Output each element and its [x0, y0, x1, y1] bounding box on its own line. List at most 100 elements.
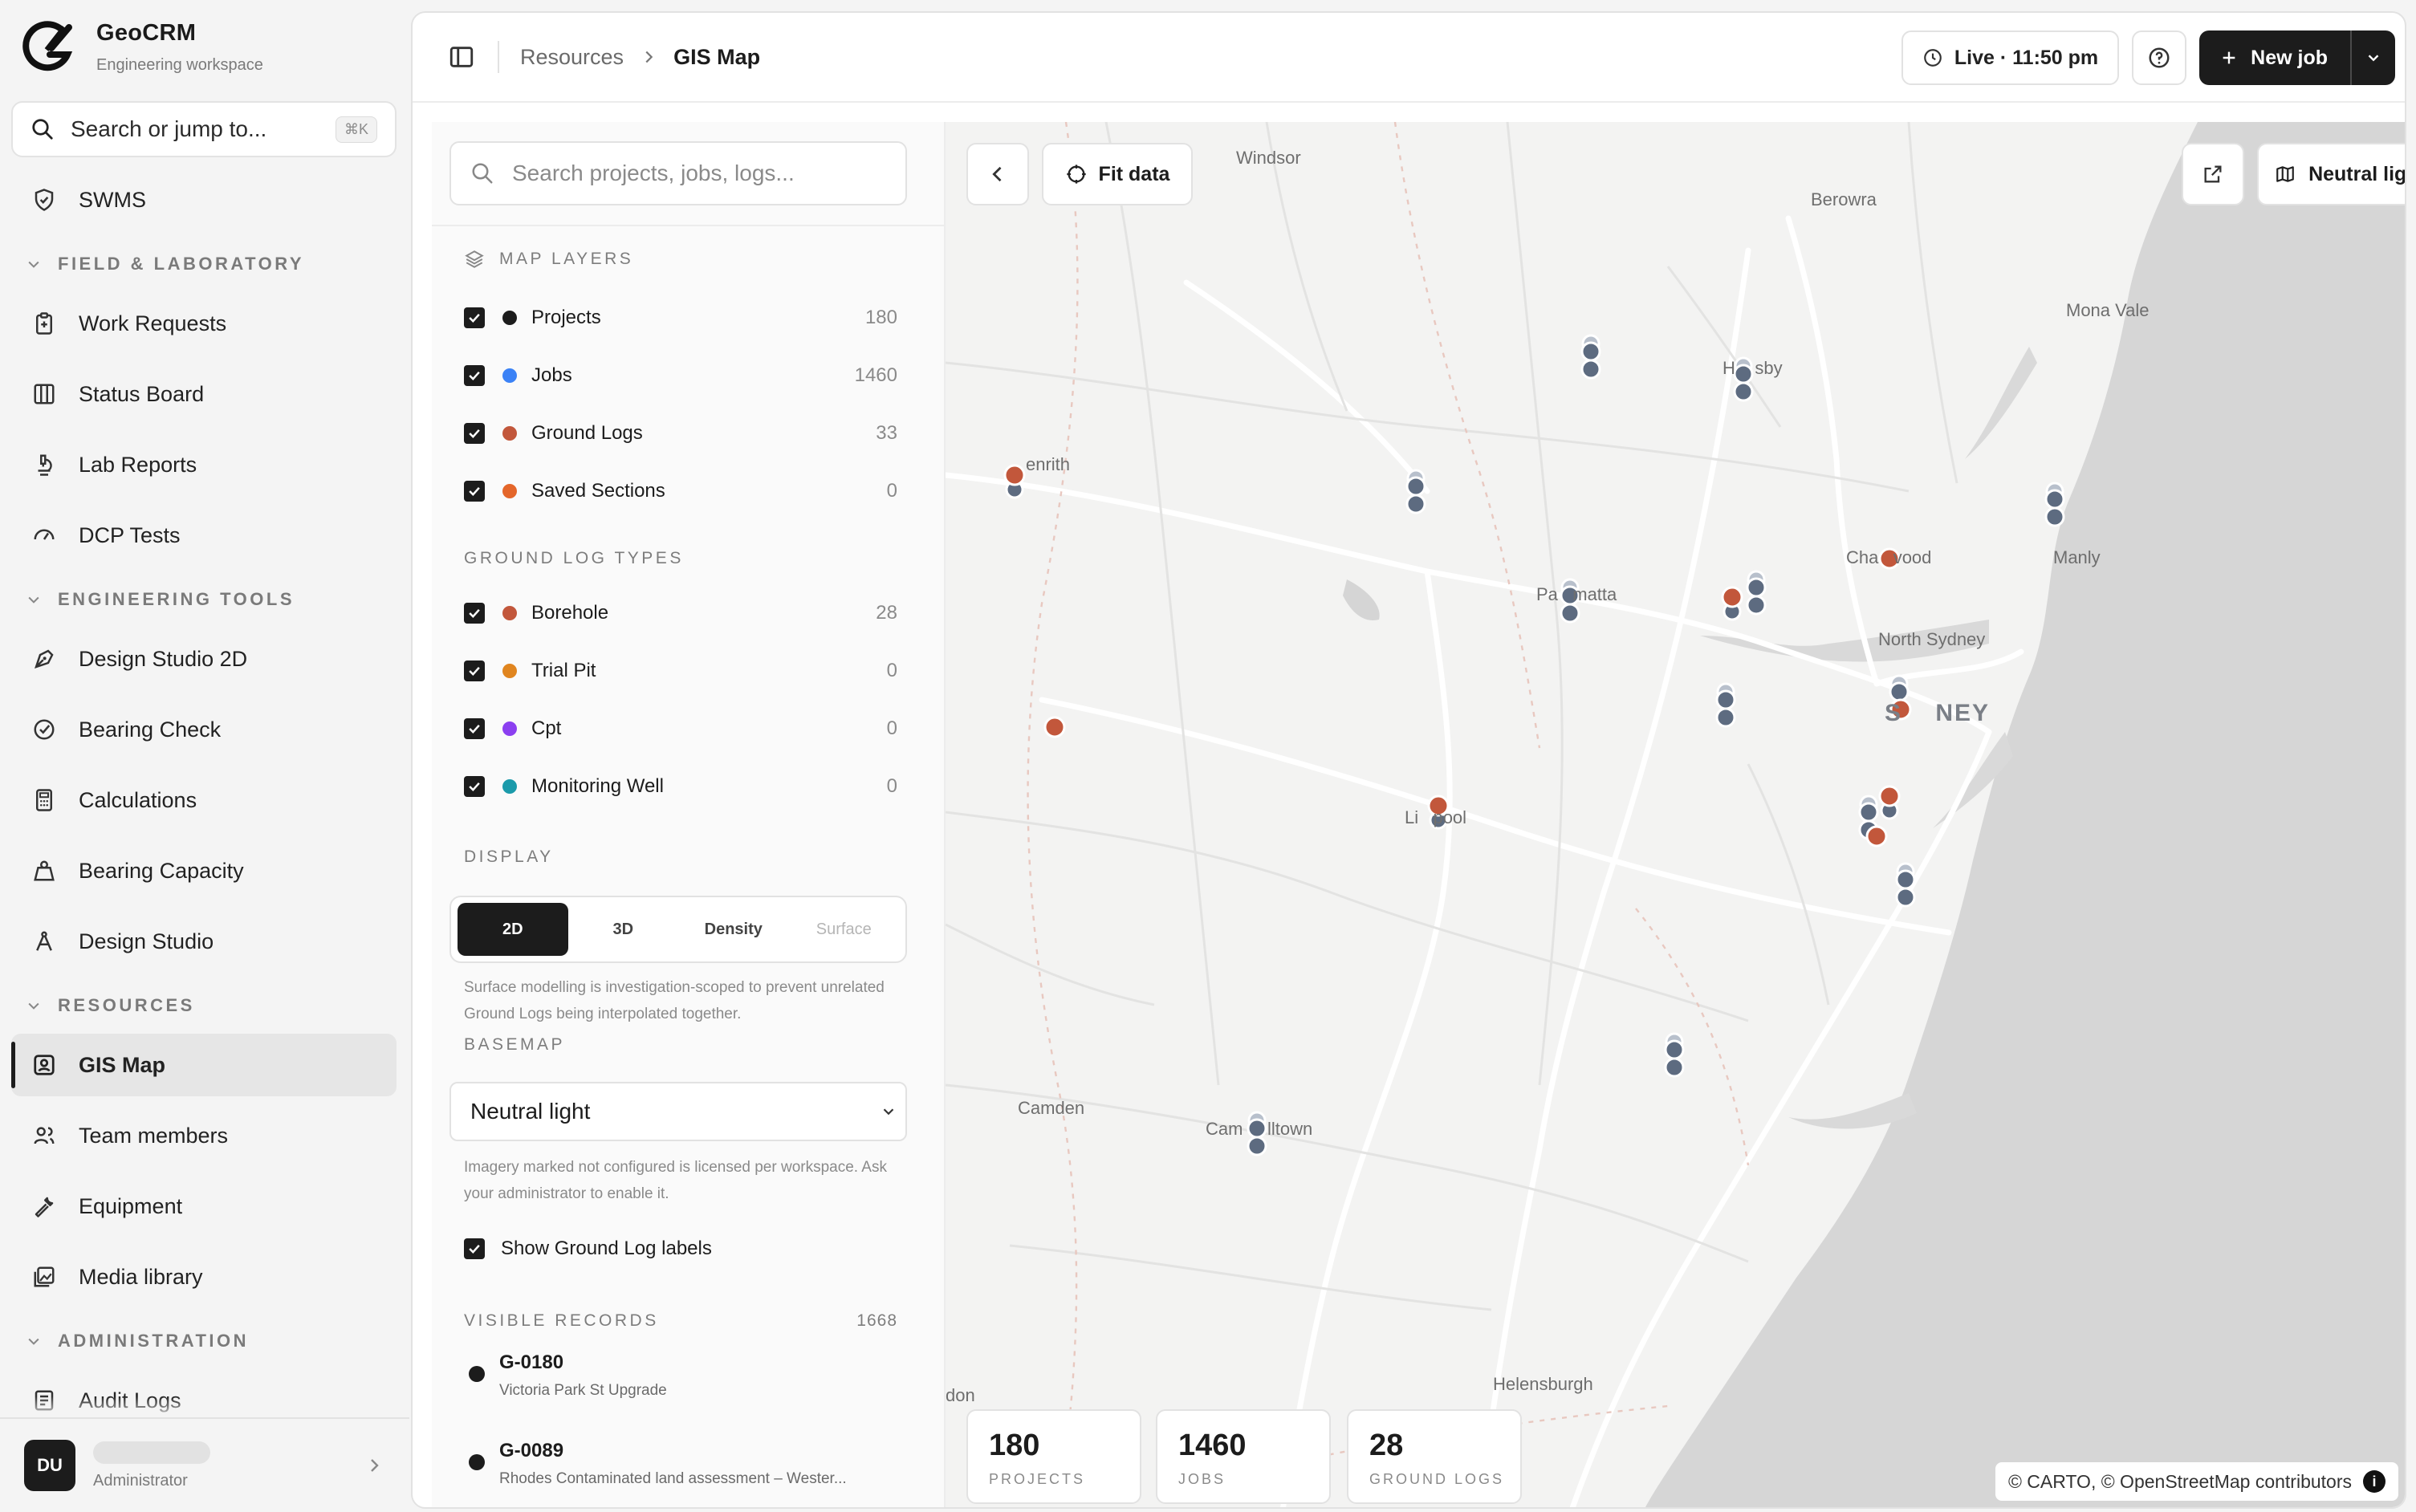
job-marker[interactable]: [1746, 577, 1767, 598]
job-marker[interactable]: [1715, 707, 1736, 728]
breadcrumb-parent[interactable]: Resources: [520, 45, 624, 70]
search-placeholder: Search projects, jobs, logs...: [512, 161, 795, 185]
type-toggle-monitoring-well[interactable]: Monitoring Well 0: [464, 770, 897, 803]
basemap-select[interactable]: Neutral light: [449, 1082, 907, 1141]
ground-log-marker[interactable]: [1721, 586, 1743, 608]
info-icon[interactable]: i: [2363, 1470, 2385, 1493]
legend-dot: [502, 484, 517, 498]
ground-log-marker[interactable]: [1003, 464, 1026, 486]
job-marker[interactable]: [1715, 689, 1736, 710]
gis-map[interactable]: Windsor Berowra Mona Vale H sby enrith C…: [946, 122, 2405, 1507]
checkbox-checked[interactable]: [464, 365, 485, 386]
layer-toggle-jobs[interactable]: Jobs 1460: [464, 360, 897, 392]
checkbox-checked[interactable]: [464, 307, 485, 328]
sidebar-item-label: DCP Tests: [79, 522, 181, 547]
layers-search-input[interactable]: Search projects, jobs, logs...: [449, 141, 907, 205]
sidebar-item-work-requests[interactable]: Work Requests: [11, 292, 397, 355]
sidebar-item-bearing-check[interactable]: Bearing Check: [11, 698, 397, 761]
type-toggle-borehole[interactable]: Borehole 28: [464, 597, 897, 629]
basemap-style-button[interactable]: Neutral light: [2257, 143, 2405, 205]
sidebar-item-calculations[interactable]: Calculations: [11, 769, 397, 831]
job-marker[interactable]: [1580, 341, 1601, 362]
section-resources[interactable]: RESOURCES: [11, 981, 397, 1030]
job-marker[interactable]: [1664, 1057, 1685, 1078]
layer-name: Ground Logs: [531, 422, 643, 444]
sidebar-item-status-board[interactable]: Status Board: [11, 363, 397, 425]
place-label: Windsor: [1236, 148, 1301, 168]
collapse-panel-button[interactable]: [966, 143, 1029, 205]
checkbox-checked[interactable]: [464, 660, 485, 681]
sidebar-item-gis-map[interactable]: GIS Map: [11, 1034, 397, 1096]
section-administration[interactable]: ADMINISTRATION: [11, 1316, 397, 1366]
user-role: Administrator: [93, 1471, 188, 1490]
checkbox-checked[interactable]: [464, 718, 485, 739]
job-marker[interactable]: [1733, 381, 1754, 402]
show-labels-toggle[interactable]: Show Ground Log labels: [464, 1233, 897, 1265]
sidebar-item-lab-reports[interactable]: Lab Reports: [11, 433, 397, 496]
job-marker[interactable]: [1580, 359, 1601, 380]
ground-log-marker[interactable]: [1043, 716, 1066, 738]
ground-log-marker[interactable]: [1865, 825, 1888, 847]
live-clock-button[interactable]: Live · 11:50 pm: [1901, 30, 2120, 85]
sidebar-item-swms[interactable]: SWMS: [11, 169, 397, 231]
sidebar-item-equipment[interactable]: Equipment: [11, 1175, 397, 1238]
sidebar: GeoCRM Engineering workspace Search or j…: [0, 0, 409, 1512]
layer-toggle-ground-logs[interactable]: Ground Logs 33: [464, 417, 897, 449]
display-option-density[interactable]: Density: [678, 903, 789, 956]
job-marker[interactable]: [2044, 506, 2065, 527]
search-jump-input[interactable]: Search or jump to... ⌘K: [11, 101, 397, 157]
open-external-button[interactable]: [2182, 143, 2244, 205]
job-marker[interactable]: [1405, 494, 1426, 514]
job-marker[interactable]: [1405, 476, 1426, 497]
brand[interactable]: GeoCRM Engineering workspace: [22, 19, 263, 75]
display-option-3d[interactable]: 3D: [568, 903, 679, 956]
external-link-icon: [2204, 165, 2222, 183]
basemap-value: Neutral light: [470, 1099, 591, 1124]
job-marker[interactable]: [1746, 595, 1767, 616]
new-job-button[interactable]: New job: [2199, 30, 2395, 85]
new-job-dropdown[interactable]: [2352, 49, 2395, 67]
legend-dot: [502, 721, 517, 736]
fit-data-label: Fit data: [1098, 162, 1170, 185]
ground-log-marker[interactable]: [1878, 785, 1901, 807]
sidebar-item-design-studio[interactable]: Design Studio: [11, 910, 397, 973]
job-marker[interactable]: [1858, 802, 1879, 823]
job-marker[interactable]: [1895, 869, 1916, 890]
record-item[interactable]: G-0089 Rhodes Contaminated land assessme…: [464, 1440, 913, 1488]
sidebar-toggle-icon[interactable]: [448, 43, 475, 71]
section-field-laboratory[interactable]: FIELD & LABORATORY: [11, 239, 397, 289]
record-item[interactable]: G-0180 Victoria Park St Upgrade: [464, 1351, 913, 1400]
help-button[interactable]: [2132, 30, 2187, 85]
sidebar-item-bearing-capacity[interactable]: Bearing Capacity: [11, 839, 397, 902]
type-toggle-cpt[interactable]: Cpt 0: [464, 713, 897, 745]
record-description: Rhodes Contaminated land assessment – We…: [499, 1470, 847, 1487]
display-note: Surface modelling is investigation-scope…: [464, 979, 885, 1022]
checkbox-checked[interactable]: [464, 776, 485, 797]
ground-log-types-heading: GROUND LOG TYPES: [464, 549, 684, 567]
checkbox-checked[interactable]: [464, 481, 485, 502]
job-marker[interactable]: [1889, 681, 1910, 702]
checkbox-checked[interactable]: [464, 1238, 485, 1259]
job-marker[interactable]: [1895, 887, 1916, 908]
user-menu[interactable]: DU Administrator: [0, 1417, 409, 1512]
checkbox-checked[interactable]: [464, 423, 485, 444]
sidebar-item-design-studio-2d[interactable]: Design Studio 2D: [11, 628, 397, 690]
display-option-surface[interactable]: Surface: [789, 903, 900, 956]
checkbox-checked[interactable]: [464, 603, 485, 624]
layer-toggle-projects[interactable]: Projects 180: [464, 302, 897, 334]
sidebar-item-media-library[interactable]: Media library: [11, 1246, 397, 1308]
job-marker[interactable]: [1560, 603, 1580, 624]
record-code: G-0089: [499, 1440, 564, 1461]
layer-toggle-saved-sections[interactable]: Saved Sections 0: [464, 475, 897, 507]
sidebar-item-dcp-tests[interactable]: DCP Tests: [11, 504, 397, 567]
check-icon: [469, 666, 480, 676]
display-option-2d[interactable]: 2D: [458, 903, 568, 956]
type-toggle-trial-pit[interactable]: Trial Pit 0: [464, 655, 897, 687]
fit-data-button[interactable]: Fit data: [1042, 143, 1193, 205]
section-engineering-tools[interactable]: ENGINEERING TOOLS: [11, 575, 397, 624]
gauge-icon: [34, 529, 55, 540]
sidebar-item-team-members[interactable]: Team members: [11, 1104, 397, 1167]
job-marker[interactable]: [1664, 1039, 1685, 1060]
job-marker[interactable]: [1247, 1136, 1267, 1156]
job-marker[interactable]: [2044, 489, 2065, 510]
